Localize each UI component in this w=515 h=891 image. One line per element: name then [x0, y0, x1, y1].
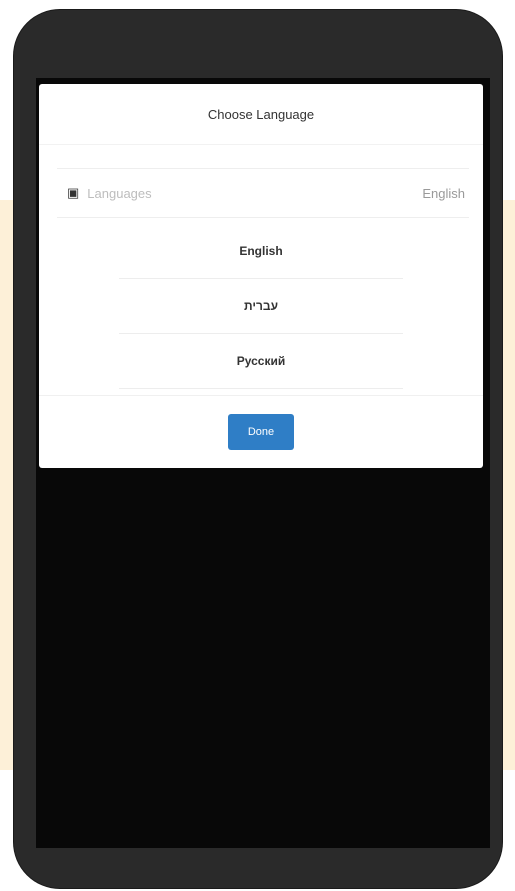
done-button[interactable]: Done	[228, 414, 294, 450]
language-modal: Choose Language ▣ Languages English Engl…	[39, 84, 483, 468]
language-row-value: English	[422, 185, 465, 201]
language-row-left: ▣ Languages	[67, 185, 152, 201]
modal-header: Choose Language	[39, 84, 483, 145]
modal-title: Choose Language	[207, 106, 315, 122]
language-option-hebrew[interactable]: עברית	[119, 279, 403, 334]
phone-screen: Choose Language ▣ Languages English Engl…	[36, 78, 490, 848]
language-row-label: Languages	[87, 185, 152, 201]
modal-footer: Done	[39, 395, 483, 468]
language-row[interactable]: ▣ Languages English	[57, 168, 469, 218]
phone-frame: Choose Language ▣ Languages English Engl…	[14, 10, 502, 888]
language-option-russian[interactable]: Русский	[119, 334, 403, 389]
language-options: English עברית Русский	[119, 224, 403, 389]
language-icon: ▣	[67, 185, 80, 200]
language-option-english[interactable]: English	[119, 224, 403, 279]
